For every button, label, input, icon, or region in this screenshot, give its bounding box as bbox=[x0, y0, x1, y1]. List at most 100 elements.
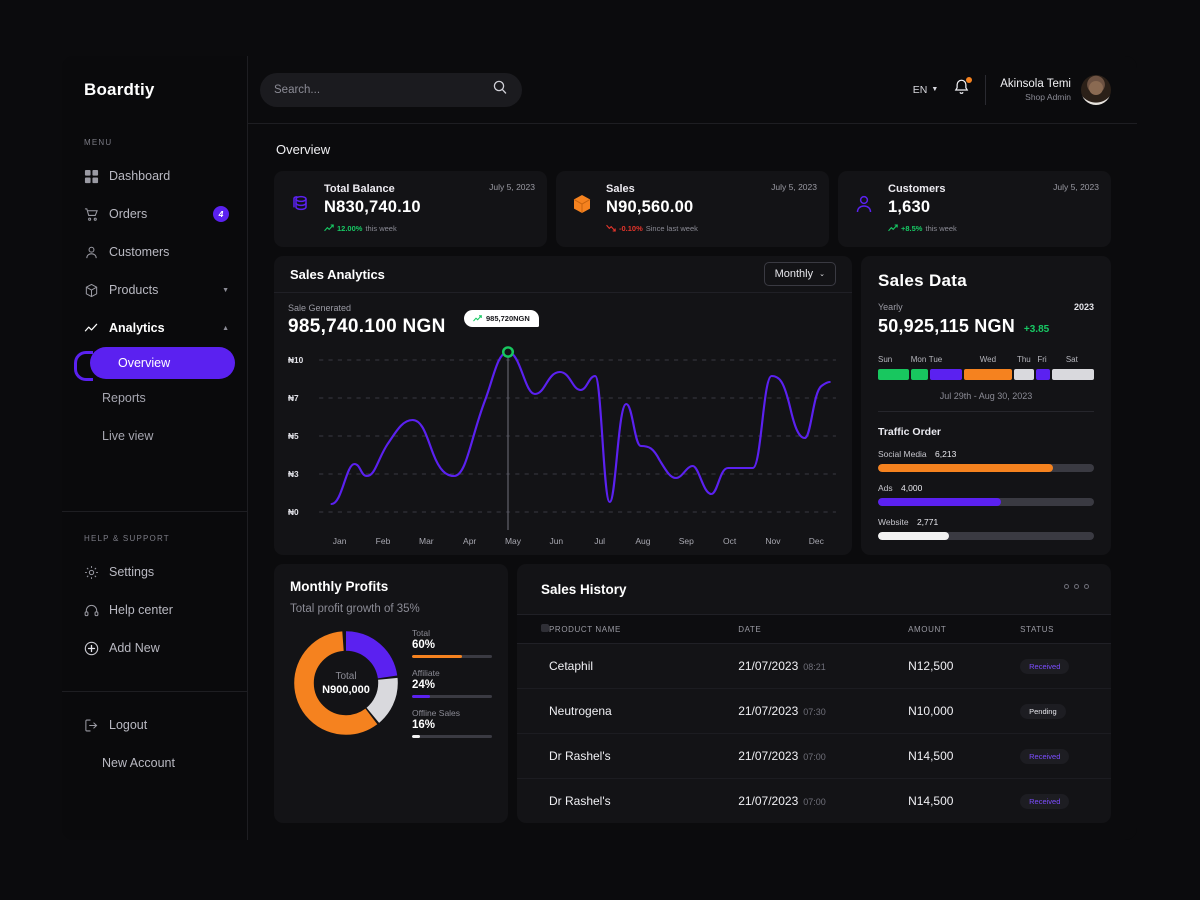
dot-icon bbox=[1084, 584, 1089, 589]
sidebar-item-label: Dashboard bbox=[109, 169, 171, 183]
legend-name: Affiliate bbox=[412, 668, 440, 678]
chart-x-label: Jun bbox=[549, 536, 564, 546]
notifications-button[interactable] bbox=[952, 76, 973, 102]
sidebar-menu-label: MENU bbox=[84, 138, 113, 147]
monthly-profits-subtitle: Total profit growth of 35% bbox=[290, 603, 420, 615]
content: Overview July 5, 2023 Total Balance N830… bbox=[248, 124, 1137, 840]
chart-svg: ₦10 ₦7 ₦5 ₦3 ₦0 bbox=[288, 346, 836, 530]
row-checkbox[interactable] bbox=[517, 779, 549, 824]
cell-product: Dr Rashel's bbox=[549, 794, 611, 808]
cell-date: 21/07/2023 08:21 bbox=[738, 643, 909, 689]
sales-analytics-panel: Sales Analytics Monthly ⌄ Sale Generated… bbox=[274, 256, 852, 555]
column-header-product: PRODUCT NAME bbox=[549, 614, 739, 644]
column-header-date: DATE bbox=[738, 614, 909, 644]
chart-x-label: Feb bbox=[375, 536, 391, 546]
user-menu[interactable]: Akinsola Temi Shop Admin bbox=[1000, 74, 1111, 105]
cell-status: Received bbox=[1020, 779, 1111, 824]
chart-x-label: Jan bbox=[332, 536, 347, 546]
week-breakdown: Sun Mon Tue Wed Thu Fri Sat Jul 29th - A… bbox=[878, 355, 1094, 401]
week-segment-wed bbox=[963, 369, 1012, 380]
search-box[interactable] bbox=[260, 72, 522, 107]
column-header-amount: AMOUNT bbox=[908, 614, 1021, 644]
traffic-item-ads: Ads 4,000 bbox=[878, 483, 1094, 506]
stat-date: July 5, 2023 bbox=[1053, 182, 1099, 192]
row-checkbox[interactable] bbox=[517, 643, 549, 689]
week-segment-sat bbox=[1052, 369, 1094, 380]
sidebar-item-analytics[interactable]: Analytics ▲ bbox=[62, 309, 247, 347]
table-row[interactable]: Cetaphil 21/07/2023 08:21 N12,500 Receive… bbox=[517, 643, 1111, 689]
sidebar-item-orders[interactable]: Orders 4 bbox=[62, 195, 247, 233]
sidebar-subitem-overview[interactable]: Overview bbox=[74, 347, 235, 381]
checkbox-icon[interactable] bbox=[541, 624, 549, 632]
table-row[interactable]: Dr Rashel's 21/07/2023 07:00 N14,500 Rece… bbox=[517, 779, 1111, 824]
chart-line-icon bbox=[84, 321, 99, 336]
status-badge: Received bbox=[1020, 659, 1070, 674]
cell-amount: N10,000 bbox=[908, 688, 1021, 734]
chart-highlight-point bbox=[501, 346, 515, 358]
sidebar-subitem-label: Overview bbox=[118, 356, 171, 370]
chart-x-axis: Jan Feb Mar Apr May Jun Jul Aug Sep Oct … bbox=[288, 532, 838, 546]
dot-icon bbox=[1074, 584, 1079, 589]
sidebar-item-label: Help center bbox=[109, 603, 173, 617]
person-icon bbox=[852, 192, 876, 216]
legend-pct: 60% bbox=[412, 639, 436, 651]
sidebar-divider-2 bbox=[62, 691, 247, 692]
language-selector[interactable]: EN ▼ bbox=[913, 84, 939, 96]
traffic-fill bbox=[878, 498, 1002, 506]
stat-card-sales[interactable]: July 5, 2023 Sales N90,560.00 -0.10% Sin… bbox=[556, 171, 829, 247]
chart-x-label: Jul bbox=[594, 536, 606, 546]
sidebar-item-products[interactable]: Products ▼ bbox=[62, 271, 247, 309]
sidebar-item-add-new[interactable]: Add New bbox=[62, 629, 247, 667]
sales-history-table: PRODUCT NAME DATE AMOUNT STATUS Cetaphil bbox=[517, 614, 1111, 823]
chevron-down-icon: ▼ bbox=[222, 286, 229, 294]
legend-fill bbox=[412, 695, 430, 698]
dot-icon bbox=[1064, 584, 1069, 589]
chart-x-label: Nov bbox=[765, 536, 781, 546]
legend-pct: 24% bbox=[412, 679, 436, 691]
search-input[interactable] bbox=[274, 83, 484, 96]
week-segment-thu bbox=[1013, 369, 1034, 380]
legend-name: Total bbox=[412, 628, 430, 638]
cell-status: Received bbox=[1020, 733, 1111, 779]
table-row[interactable]: Neutrogena 21/07/2023 07:30 N10,000 Pendi… bbox=[517, 688, 1111, 734]
legend-track bbox=[412, 735, 492, 738]
sidebar: Boardtiy MENU Dashboard Orders 4 Custome… bbox=[62, 56, 248, 840]
sales-history-panel: Sales History PRODUCT NAME DATE AMOUNT S… bbox=[517, 564, 1111, 823]
week-day-labels: Sun Mon Tue Wed Thu Fri Sat bbox=[878, 355, 1094, 364]
select-all-checkbox[interactable] bbox=[517, 614, 549, 644]
user-role: Shop Admin bbox=[1025, 91, 1071, 102]
sidebar-item-settings[interactable]: Settings bbox=[62, 553, 247, 591]
chart-x-label: Aug bbox=[635, 536, 651, 546]
table-row[interactable]: Dr Rashel's 21/07/2023 07:00 N14,500 Rece… bbox=[517, 733, 1111, 779]
traffic-name: Social Media bbox=[878, 449, 927, 459]
sidebar-subitem-label: Reports bbox=[102, 391, 146, 405]
range-dropdown[interactable]: Monthly ⌄ bbox=[763, 262, 836, 286]
trend-up-icon bbox=[888, 224, 898, 232]
stat-card-customers[interactable]: July 5, 2023 Customers 1,630 +8.5% this … bbox=[838, 171, 1111, 247]
coins-icon bbox=[288, 192, 312, 216]
sidebar-item-help-center[interactable]: Help center bbox=[62, 591, 247, 629]
stats-row: July 5, 2023 Total Balance N830,740.10 1… bbox=[274, 171, 1111, 247]
traffic-track bbox=[878, 464, 1094, 472]
row-checkbox[interactable] bbox=[517, 733, 549, 779]
sidebar-item-logout[interactable]: Logout bbox=[62, 706, 247, 744]
stat-delta-pct: 12.00% bbox=[337, 223, 363, 233]
search-icon[interactable] bbox=[492, 79, 508, 100]
sidebar-subitem-live-view[interactable]: Live view bbox=[62, 417, 247, 455]
traffic-name: Website bbox=[878, 517, 909, 527]
week-day-label: Wed bbox=[979, 355, 997, 364]
stat-card-total-balance[interactable]: July 5, 2023 Total Balance N830,740.10 1… bbox=[274, 171, 547, 247]
sidebar-subitem-reports[interactable]: Reports bbox=[62, 379, 247, 417]
stat-delta: +8.5% this week bbox=[888, 223, 957, 233]
dashboard-app: Boardtiy MENU Dashboard Orders 4 Custome… bbox=[62, 56, 1137, 840]
sidebar-item-new-account[interactable]: New Account bbox=[62, 744, 247, 782]
row-checkbox[interactable] bbox=[517, 688, 549, 734]
page-title: Overview bbox=[276, 142, 331, 157]
notification-dot bbox=[966, 76, 973, 83]
chart-x-label: Sep bbox=[678, 536, 694, 546]
avatar[interactable] bbox=[1081, 74, 1111, 105]
sidebar-item-customers[interactable]: Customers bbox=[62, 233, 247, 271]
more-options-button[interactable] bbox=[1064, 584, 1089, 589]
legend-track bbox=[412, 655, 492, 658]
sidebar-item-dashboard[interactable]: Dashboard bbox=[62, 157, 247, 195]
